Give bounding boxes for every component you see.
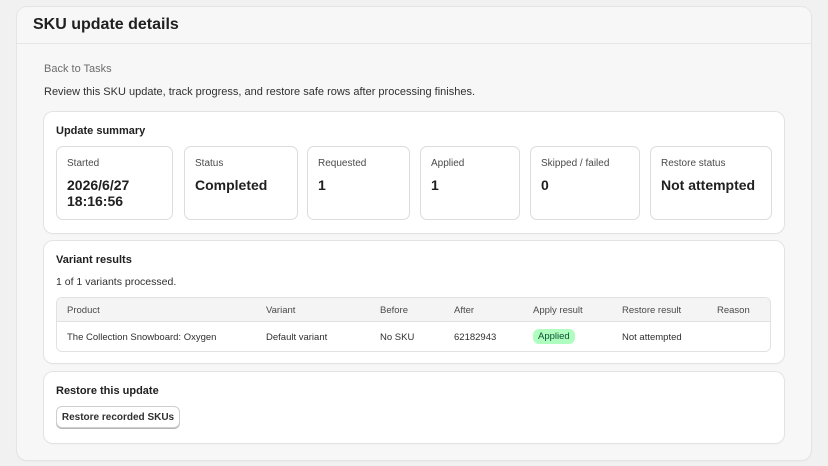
variant-results-table: Product Variant Before After Apply resul… <box>56 297 771 352</box>
page-card: SKU update details Back to Tasks Review … <box>17 7 811 460</box>
page-header: SKU update details <box>17 7 811 44</box>
stat-applied: Applied 1 <box>420 146 520 220</box>
cell-restore-result: Not attempted <box>622 332 682 343</box>
stat-label: Restore status <box>661 158 726 169</box>
processed-count: 1 of 1 variants processed. <box>56 276 177 288</box>
column-header-apply-result: Apply result <box>533 305 583 316</box>
update-summary-title: Update summary <box>56 125 146 137</box>
variant-results-title: Variant results <box>56 254 132 266</box>
table-row: The Collection Snowboard: Oxygen Default… <box>57 322 770 351</box>
back-to-tasks-link[interactable]: Back to Tasks <box>44 63 112 75</box>
stat-requested: Requested 1 <box>307 146 410 220</box>
cell-product: The Collection Snowboard: Oxygen <box>67 332 217 343</box>
column-header-product: Product <box>67 305 100 316</box>
stat-label: Started <box>67 158 100 169</box>
update-summary-section: Update summary Started 2026/6/27 18:16:5… <box>44 112 784 233</box>
column-header-variant: Variant <box>266 305 296 316</box>
stat-status: Status Completed <box>184 146 298 220</box>
column-header-restore-result: Restore result <box>622 305 682 316</box>
cell-before: No SKU <box>380 332 415 343</box>
stat-skipped-failed: Skipped / failed 0 <box>530 146 640 220</box>
table-header-row: Product Variant Before After Apply resul… <box>57 298 770 322</box>
restore-title: Restore this update <box>56 385 159 397</box>
stat-value: 2026/6/27 18:16:56 <box>67 177 130 209</box>
restore-recorded-skus-button[interactable]: Restore recorded SKUs <box>56 406 180 428</box>
stat-label: Requested <box>318 158 367 169</box>
stat-value: 1 <box>318 177 326 193</box>
column-header-after: After <box>454 305 475 316</box>
cell-after: 62182943 <box>454 332 497 343</box>
stat-value: Completed <box>195 177 268 193</box>
apply-result-badge: Applied <box>533 329 575 344</box>
stat-value: 0 <box>541 177 549 193</box>
page-description: Review this SKU update, track progress, … <box>44 86 476 98</box>
variant-results-section: Variant results 1 of 1 variants processe… <box>44 241 784 363</box>
stat-value: 1 <box>431 177 439 193</box>
stat-label: Status <box>195 158 224 169</box>
stat-restore-status: Restore status Not attempted <box>650 146 772 220</box>
page-title: SKU update details <box>33 16 179 33</box>
stat-label: Applied <box>431 158 465 169</box>
stat-started: Started 2026/6/27 18:16:56 <box>56 146 173 220</box>
column-header-before: Before <box>380 305 408 316</box>
restore-section: Restore this update Restore recorded SKU… <box>44 372 784 443</box>
cell-variant: Default variant <box>266 332 328 343</box>
column-header-reason: Reason <box>717 305 750 316</box>
stat-label: Skipped / failed <box>541 158 610 169</box>
stat-value: Not attempted <box>661 177 756 193</box>
